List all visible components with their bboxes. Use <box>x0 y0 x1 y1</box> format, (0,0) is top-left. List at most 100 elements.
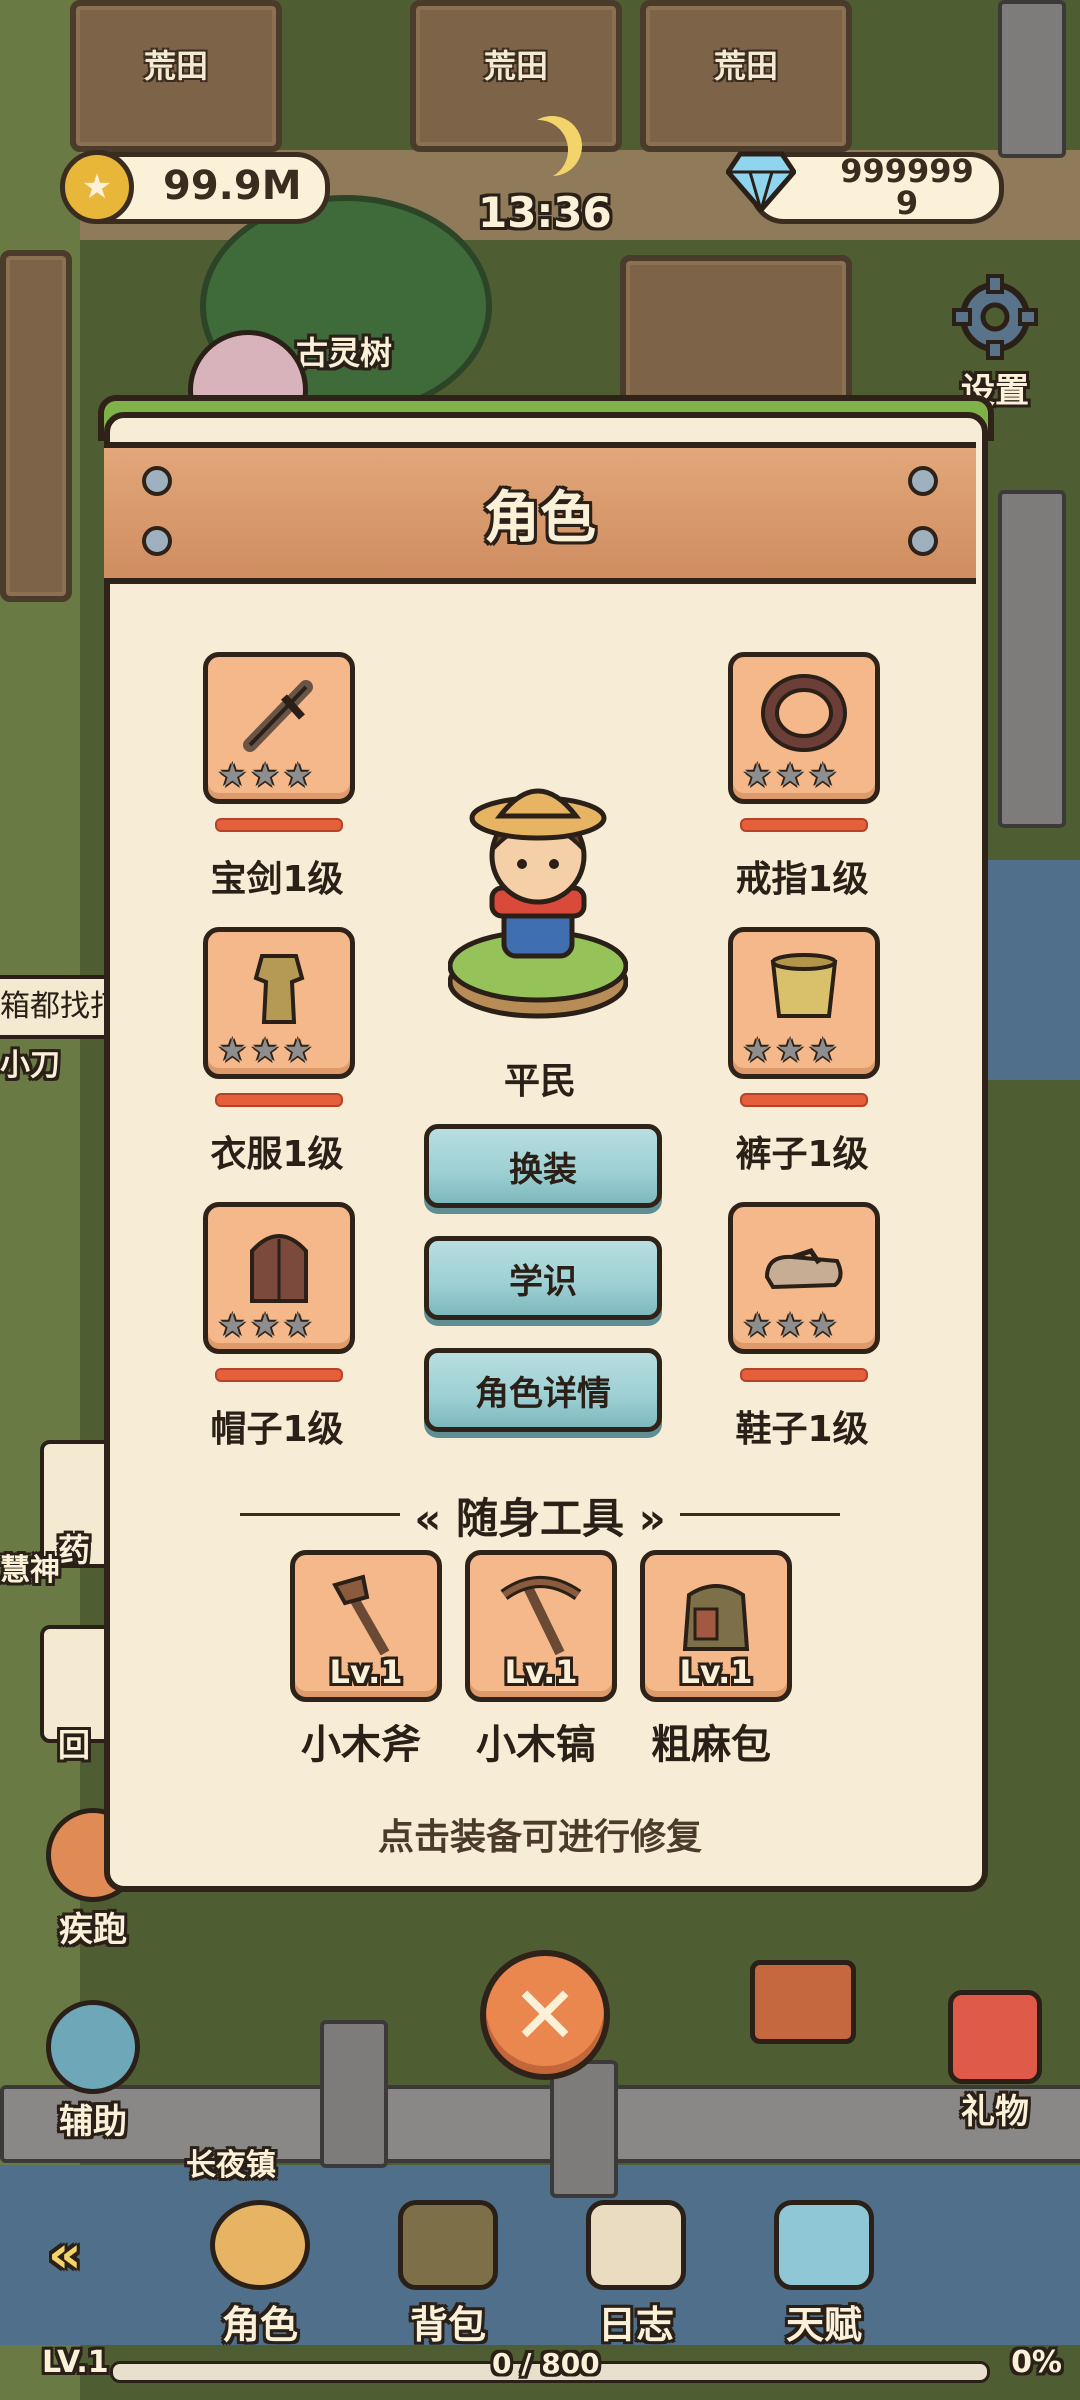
durability-bar <box>215 1368 343 1382</box>
book-icon <box>586 2200 686 2290</box>
ring-icon <box>761 674 847 752</box>
nav-character[interactable]: 角色 <box>190 2200 330 2349</box>
equipment-label: 裤子1级 <box>735 1134 869 1175</box>
xp-percent: 0% <box>1011 2345 1062 2380</box>
clothes-slot[interactable]: ★ ★ ★ <box>203 927 355 1079</box>
back-label: 回 <box>58 1726 91 1764</box>
town-fence <box>0 2085 1080 2163</box>
wood-axe-slot[interactable]: Lv.1 <box>290 1550 442 1702</box>
durability-bar <box>215 1093 343 1107</box>
moon-icon <box>508 120 568 180</box>
wood-axe-icon <box>332 1574 390 1655</box>
star-rating: ★ ★ ★ <box>743 1031 838 1069</box>
ring-slot[interactable]: ★ ★ ★ <box>728 652 880 804</box>
ancient-tree-label: 古灵树 <box>296 334 393 372</box>
tool-label: 小木镐 <box>476 1722 596 1768</box>
gate-pillar <box>320 2020 388 2168</box>
nail <box>142 466 172 496</box>
star-rating: ★ ★ ★ <box>743 756 838 794</box>
assist-icon <box>46 2000 140 2094</box>
sword-icon <box>243 680 313 752</box>
divider-right <box>680 1513 840 1516</box>
star-rating: ★ ★ ★ <box>218 1031 313 1069</box>
xp-progress: LV.1 0 / 800 0% <box>0 2335 1080 2400</box>
coin-icon: ★ <box>60 150 134 224</box>
farm-plot <box>620 255 852 417</box>
farm-plot <box>0 250 72 602</box>
hat-icon <box>250 1234 308 1303</box>
nav-journal[interactable]: 日志 <box>566 2200 706 2349</box>
stone-wall <box>998 490 1066 828</box>
left-hint-text-2: 小刀 <box>0 1048 60 1083</box>
durability-bar <box>740 1368 868 1382</box>
xp-text: 0 / 800 <box>492 2347 600 2380</box>
game-clock: 13:36 <box>478 188 612 237</box>
nav-talent[interactable]: 天赋 <box>754 2200 894 2349</box>
character-icon <box>210 2200 310 2290</box>
farm-plot[interactable]: 荒田 <box>70 0 282 152</box>
gift-button[interactable]: 礼物 <box>930 1990 1060 2133</box>
gate-pillar <box>550 2060 618 2198</box>
gift-icon <box>948 1990 1042 2084</box>
equipment-label: 宝剑1级 <box>210 859 344 900</box>
nail <box>908 526 938 556</box>
durability-bar <box>215 818 343 832</box>
chevron-right-icon: » <box>638 1494 666 1543</box>
star-rating: ★ ★ ★ <box>218 1306 313 1344</box>
gear-icon <box>952 274 1038 360</box>
star-rating: ★ ★ ★ <box>218 756 313 794</box>
wood-pickaxe-icon <box>500 1576 582 1655</box>
assist-button[interactable]: 辅助 <box>28 2000 158 2143</box>
chest[interactable] <box>750 1960 856 2044</box>
nav-backpack[interactable]: 背包 <box>378 2200 518 2349</box>
nail <box>908 466 938 496</box>
backpack-icon <box>398 2200 498 2290</box>
equipment-label: 戒指1级 <box>735 859 869 900</box>
level-label: LV.1 <box>42 2345 109 2380</box>
section-divider: « 随身工具 » <box>104 1485 976 1546</box>
character-avatar[interactable] <box>448 770 628 1030</box>
durability-bar <box>740 1093 868 1107</box>
settings-button[interactable]: 设置 <box>940 272 1050 412</box>
knowledge-button[interactable]: 学识 <box>424 1236 662 1320</box>
farm-plot[interactable]: 荒田 <box>640 0 852 152</box>
chevron-left-icon: « <box>414 1494 442 1543</box>
pond <box>976 860 1080 1080</box>
durability-bar <box>740 818 868 832</box>
hat-slot[interactable]: ★ ★ ★ <box>203 1202 355 1354</box>
pants-slot[interactable]: ★ ★ ★ <box>728 927 880 1079</box>
change-outfit-button[interactable]: 换装 <box>424 1124 662 1208</box>
close-icon: ✕ <box>511 1968 579 2062</box>
winged-card-icon <box>774 2200 874 2290</box>
tools-title: 随身工具 <box>455 1494 624 1543</box>
character-rank: 平民 <box>503 1061 576 1102</box>
star-rating: ★ ★ ★ <box>743 1306 838 1344</box>
river <box>0 2165 1080 2345</box>
stone-wall <box>998 0 1066 158</box>
equipment-label: 衣服1级 <box>210 1134 344 1175</box>
wood-pickaxe-slot[interactable]: Lv.1 <box>465 1550 617 1702</box>
repair-hint: 点击装备可进行修复 <box>377 1817 702 1858</box>
close-button[interactable]: ✕ <box>480 1950 610 2080</box>
pants-icon <box>770 953 838 1018</box>
shoes-slot[interactable]: ★ ★ ★ <box>728 1202 880 1354</box>
equipment-label: 帽子1级 <box>210 1409 344 1450</box>
tool-label: 粗麻包 <box>651 1722 771 1768</box>
clothes-icon <box>253 954 305 1024</box>
burlap-bag-icon <box>682 1584 750 1651</box>
diamond-icon <box>726 151 796 212</box>
character-details-button[interactable]: 角色详情 <box>424 1348 662 1432</box>
wisdom-label: 慧神 <box>0 1553 60 1588</box>
town-label: 长夜镇 <box>186 2148 276 2183</box>
shoes-icon <box>764 1248 843 1290</box>
left-hint-text: 箱都找打 <box>0 975 114 1039</box>
burlap-bag-slot[interactable]: Lv.1 <box>640 1550 792 1702</box>
nail <box>142 526 172 556</box>
sword-slot[interactable]: ★ ★ ★ <box>203 652 355 804</box>
medicine-label: 药 <box>58 1531 91 1569</box>
collapse-nav-icon[interactable]: « <box>48 2225 82 2285</box>
dialog-header: 角色 <box>104 442 976 584</box>
equipment-label: 鞋子1级 <box>735 1409 869 1450</box>
dialog-title: 角色 <box>484 485 596 551</box>
tool-label: 小木斧 <box>301 1722 421 1768</box>
